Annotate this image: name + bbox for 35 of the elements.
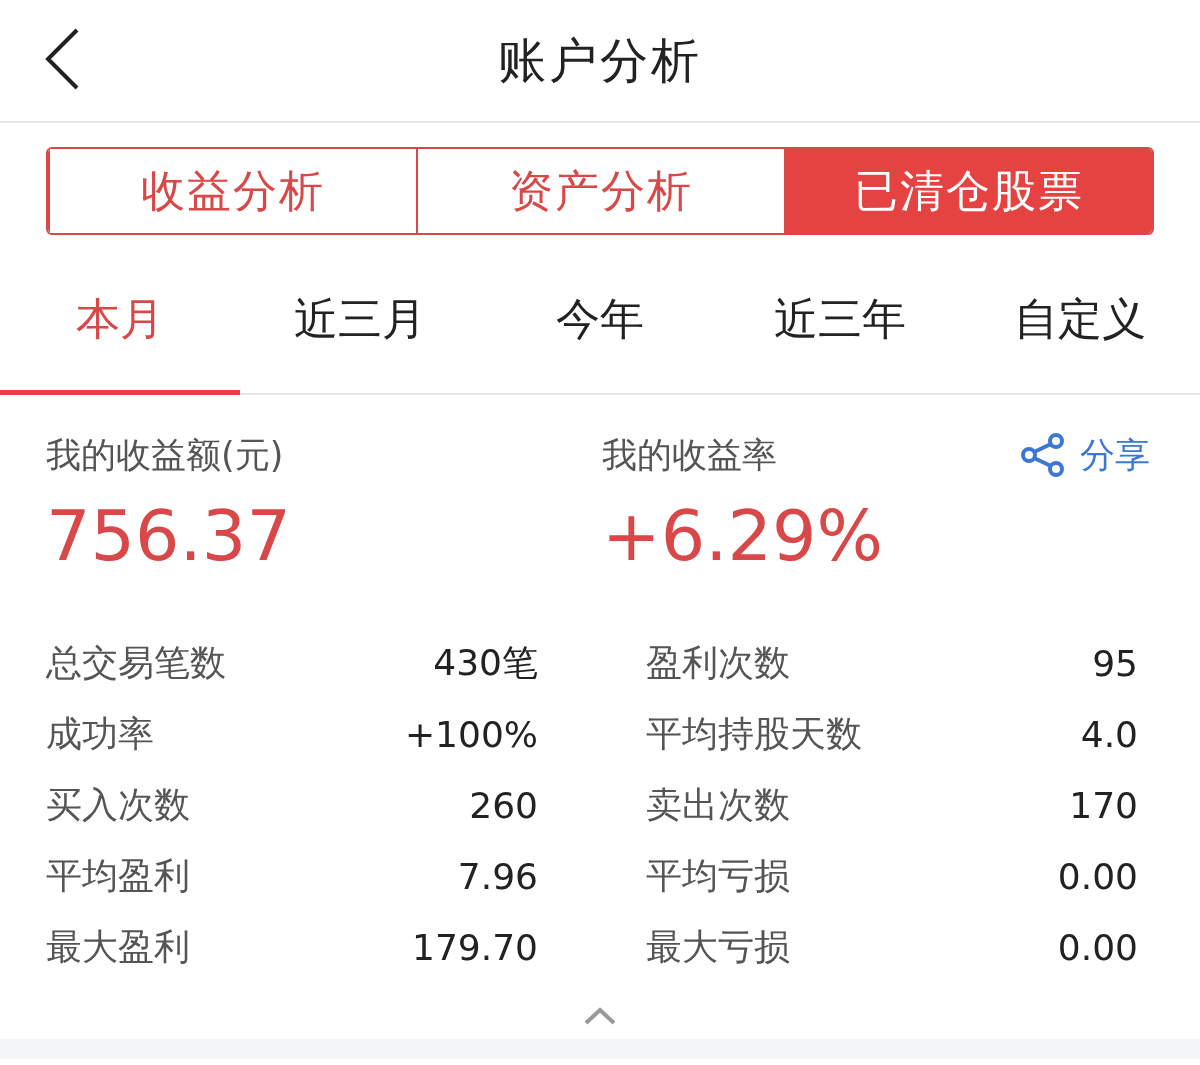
stat-value: 95: [1092, 643, 1138, 684]
page-title: 账户分析: [498, 30, 702, 90]
profit-value: 756.37: [46, 494, 292, 579]
period-tab[interactable]: 自定义: [960, 259, 1200, 395]
stat-value: 430笔: [433, 641, 538, 685]
stat-label: 买入次数: [46, 783, 190, 827]
stat-label: 最大盈利: [46, 925, 190, 969]
stat-value: 0.00: [1057, 856, 1138, 897]
stat-label: 平均持股天数: [646, 712, 862, 756]
segment-tab[interactable]: 已清仓股票: [784, 149, 1152, 233]
share-button[interactable]: 分享: [1020, 425, 1150, 485]
stat-value: 0.00: [1057, 927, 1138, 968]
stat-label: 平均盈利: [46, 854, 190, 898]
stat-label: 最大亏损: [646, 925, 790, 969]
stat-value: 7.96: [457, 856, 538, 897]
period-tab[interactable]: 本月: [0, 259, 240, 395]
stat-value: 179.70: [412, 927, 538, 968]
share-icon: [1020, 432, 1066, 478]
stat-value: 170: [1069, 785, 1138, 826]
stat-label: 卖出次数: [646, 783, 790, 827]
stat-value: 4.0: [1080, 714, 1138, 755]
rate-value: +6.29%: [602, 494, 885, 579]
rate-label: 我的收益率: [602, 434, 778, 477]
period-tab[interactable]: 今年: [480, 259, 720, 395]
stat-label: 盈利次数: [646, 641, 790, 685]
stat-label: 成功率: [46, 712, 154, 756]
profit-label: 我的收益额(元): [46, 434, 285, 477]
stat-value: 260: [469, 785, 538, 826]
period-tab[interactable]: 近三年: [720, 259, 960, 395]
stat-label: 总交易笔数: [46, 641, 226, 685]
stat-label: 平均亏损: [646, 854, 790, 898]
collapse-icon[interactable]: [584, 1007, 616, 1025]
back-icon[interactable]: [44, 28, 80, 90]
period-tab[interactable]: 近三月: [240, 259, 480, 395]
stat-value: +100%: [404, 714, 538, 755]
